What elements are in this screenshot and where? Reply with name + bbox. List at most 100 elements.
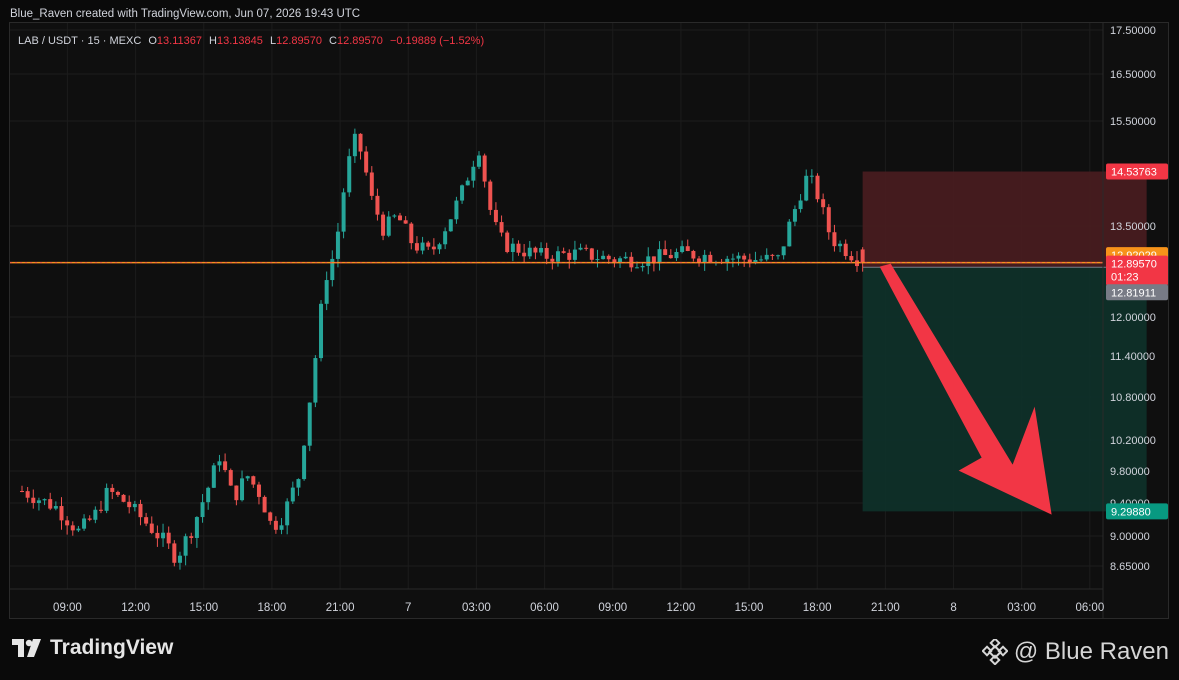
candle-body bbox=[296, 479, 301, 488]
candle-body bbox=[228, 470, 233, 486]
candle-body bbox=[601, 255, 606, 260]
candle-body bbox=[347, 156, 352, 193]
price-axis-label: 9.00000 bbox=[1110, 531, 1150, 543]
candle-body bbox=[798, 200, 803, 210]
candle-body bbox=[76, 528, 81, 531]
candle-body bbox=[31, 497, 36, 503]
candle-body bbox=[832, 232, 837, 247]
price-axis-label: 12.00000 bbox=[1110, 312, 1156, 324]
low-value: 12.89570 bbox=[276, 35, 322, 47]
candle-body bbox=[358, 133, 363, 152]
candle-body bbox=[640, 265, 645, 268]
candle-body bbox=[324, 280, 329, 304]
time-axis-label: 15:00 bbox=[735, 602, 764, 614]
candle-body bbox=[488, 181, 493, 210]
price-axis-label: 17.50000 bbox=[1110, 25, 1156, 37]
candle-body bbox=[375, 195, 380, 215]
candle-body bbox=[302, 445, 307, 480]
candle-body bbox=[110, 487, 115, 492]
candle-body bbox=[674, 251, 679, 259]
candle-body bbox=[634, 267, 639, 269]
candle-body bbox=[403, 220, 408, 224]
candle-body bbox=[578, 247, 583, 250]
candle-body bbox=[522, 252, 527, 257]
candle-body bbox=[646, 256, 651, 266]
candle-body bbox=[431, 246, 436, 250]
candle-body bbox=[860, 249, 865, 263]
candle-body bbox=[206, 487, 211, 503]
candle-body bbox=[606, 255, 611, 260]
candle-body bbox=[527, 247, 532, 257]
candle-body bbox=[155, 532, 160, 539]
candle-body bbox=[465, 180, 470, 186]
candle-body bbox=[183, 536, 188, 556]
candle-body bbox=[161, 532, 166, 539]
candle-body bbox=[708, 254, 713, 263]
tradingview-icon bbox=[12, 639, 41, 657]
candle-body bbox=[781, 246, 786, 256]
candle-body bbox=[460, 185, 465, 201]
candle-body bbox=[313, 358, 318, 403]
candle-body bbox=[217, 461, 222, 466]
candle-body bbox=[493, 209, 498, 223]
candle-body bbox=[307, 402, 312, 446]
price-axis-label: 8.65000 bbox=[1110, 561, 1150, 573]
candle-body bbox=[533, 247, 538, 253]
candle-body bbox=[53, 506, 58, 509]
candle-body bbox=[668, 254, 673, 259]
candle-body bbox=[386, 216, 391, 236]
candle-body bbox=[398, 215, 403, 221]
candle-body bbox=[505, 232, 510, 253]
tradingview-logo[interactable]: TradingView bbox=[12, 636, 173, 660]
candle-body bbox=[685, 246, 690, 252]
price-chart[interactable]: 17.50000 16.50000 15.50000 13.50000 12.00000… bbox=[10, 23, 1168, 618]
high-value: 13.13845 bbox=[217, 35, 263, 47]
candle-body bbox=[166, 532, 171, 544]
candle-body bbox=[65, 520, 70, 526]
price-tag-label: 12.89570 bbox=[1111, 259, 1157, 271]
candle-body bbox=[414, 243, 419, 251]
candle-body bbox=[223, 461, 228, 471]
candle-body bbox=[335, 231, 340, 259]
author-watermark: @ Blue Raven bbox=[981, 638, 1169, 666]
candle-body bbox=[550, 258, 555, 262]
price-axis-label: 16.50000 bbox=[1110, 69, 1156, 81]
candle-body bbox=[826, 207, 831, 233]
symbol-label[interactable]: LAB / USDT · 15 · MEXC bbox=[18, 35, 141, 47]
candle-body bbox=[730, 258, 735, 260]
ohlc-legend: LAB / USDT · 15 · MEXC O13.11367 H13.138… bbox=[18, 35, 484, 47]
created-by-text: Blue_Raven created with TradingView.com,… bbox=[10, 8, 361, 20]
candle-body bbox=[290, 487, 295, 502]
candle-body bbox=[584, 247, 589, 249]
candle-body bbox=[177, 555, 182, 563]
candle-body bbox=[476, 155, 481, 167]
time-axis-label: 12:00 bbox=[666, 602, 695, 614]
candle-body bbox=[792, 209, 797, 222]
candle-body bbox=[172, 543, 177, 563]
candle-body bbox=[736, 255, 741, 259]
candle-body bbox=[776, 255, 781, 257]
open-value: 13.11367 bbox=[156, 35, 202, 47]
candle-body bbox=[285, 501, 290, 526]
candle-body bbox=[273, 520, 278, 530]
candle-body bbox=[471, 166, 476, 181]
candle-body bbox=[25, 491, 30, 498]
candle-body bbox=[443, 231, 448, 245]
binance-diamond-icon bbox=[981, 639, 1008, 665]
candle-body bbox=[279, 525, 284, 530]
candle-body bbox=[539, 248, 544, 253]
candle-body bbox=[127, 501, 132, 508]
candle-body bbox=[691, 251, 696, 259]
candle-body bbox=[657, 249, 662, 264]
time-axis-label: 21:00 bbox=[326, 602, 355, 614]
change-value: −0.19889 (−1.52%) bbox=[389, 35, 485, 47]
candle-body bbox=[623, 256, 628, 259]
candle-body bbox=[838, 243, 843, 247]
candle-body bbox=[87, 518, 92, 520]
candle-body bbox=[251, 476, 256, 485]
candle-body bbox=[256, 484, 261, 497]
chart-pane[interactable]: 17.50000 16.50000 15.50000 13.50000 12.00000… bbox=[9, 22, 1169, 619]
candle-body bbox=[42, 499, 47, 501]
candle-body bbox=[572, 249, 577, 260]
candle-body bbox=[381, 214, 386, 236]
